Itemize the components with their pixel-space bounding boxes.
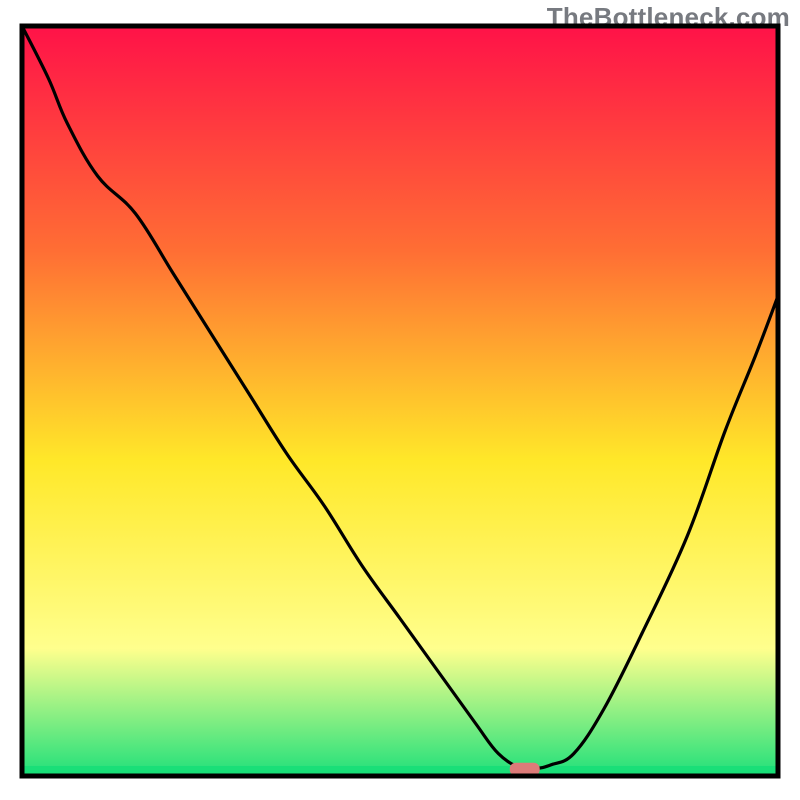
chart-background-gradient — [22, 26, 778, 776]
chart-stage: TheBottleneck.com — [0, 0, 800, 800]
bottleneck-chart — [0, 0, 800, 800]
